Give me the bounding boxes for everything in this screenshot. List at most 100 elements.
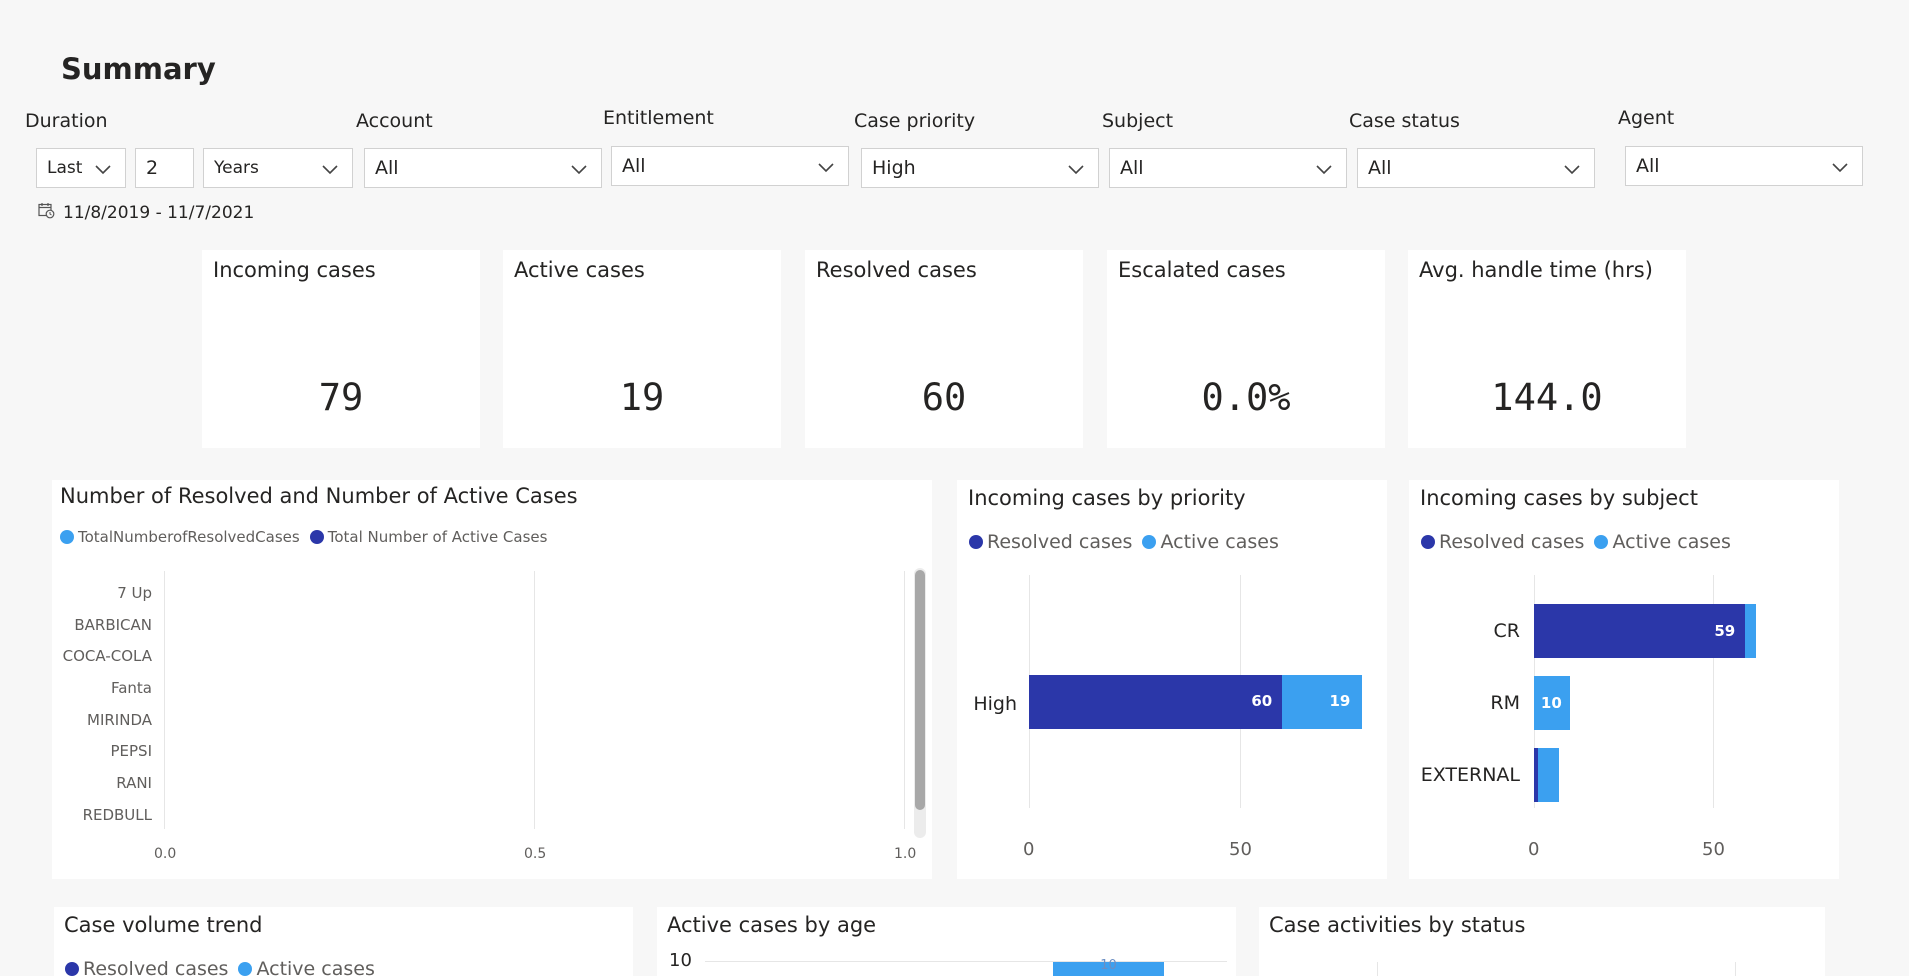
- legend-dot: [309, 530, 324, 544]
- legend-label: Resolved cases: [987, 531, 1133, 553]
- legend-dot: [969, 535, 983, 549]
- duration-mode-value: Last: [47, 158, 83, 178]
- chart-title: Active cases by age: [667, 913, 877, 937]
- incoming-by-subject-chart: Incoming cases by subject Resolved cases…: [1409, 480, 1839, 879]
- chevron-down-icon: [567, 157, 591, 181]
- x-tick-label: 0.0: [154, 846, 177, 862]
- x-tick-label: 1.0: [894, 846, 917, 862]
- legend-label: TotalNumberofResolvedCases: [78, 528, 300, 546]
- chart-legend: Resolved cases Active cases: [969, 531, 1289, 553]
- kpi-value: 60: [921, 376, 967, 419]
- chevron-down-icon: [1312, 157, 1336, 181]
- case-priority-select[interactable]: High: [861, 148, 1099, 188]
- grid-line: [1377, 962, 1378, 976]
- category-label: EXTERNAL: [1420, 764, 1520, 786]
- grid-line: [164, 571, 165, 829]
- legend-label: Active cases: [1160, 531, 1279, 553]
- kpi-card-handle-time: Avg. handle time (hrs) 144.0: [1408, 250, 1686, 448]
- scrollbar-thumb[interactable]: [915, 570, 925, 810]
- calendar-clock-icon: [38, 202, 55, 224]
- grid-line: [1735, 962, 1736, 976]
- duration-mode-select[interactable]: Last: [36, 148, 126, 188]
- category-label: BARBICAN: [74, 616, 152, 634]
- chart-legend: TotalNumberofResolvedCases Total Number …: [60, 528, 557, 546]
- category-label: RANI: [116, 774, 152, 792]
- chevron-down-icon: [814, 155, 838, 179]
- case-priority-label: Case priority: [854, 110, 976, 132]
- category-label: Fanta: [110, 679, 152, 697]
- case-status-select[interactable]: All: [1357, 148, 1595, 188]
- x-tick-label: 0.5: [524, 846, 547, 862]
- bar-label-active-high: 19: [1329, 692, 1351, 710]
- chart-title: Incoming cases by subject: [1420, 486, 1698, 510]
- account-value: All: [375, 157, 399, 179]
- legend-label: Active cases: [1612, 531, 1731, 553]
- legend-label: Total Number of Active Cases: [327, 528, 548, 546]
- category-label: High: [973, 693, 1017, 715]
- category-label: PEPSI: [110, 742, 152, 760]
- case-status-label: Case status: [1349, 110, 1460, 132]
- kpi-title: Active cases: [514, 258, 645, 282]
- case-activities-by-status-card: Case activities by status: [1259, 907, 1825, 976]
- chevron-down-icon: [1828, 155, 1852, 179]
- kpi-title: Incoming cases: [213, 258, 376, 282]
- bar-label-rm: 10: [1540, 694, 1562, 712]
- kpi-title: Resolved cases: [816, 258, 977, 282]
- account-label: Account: [356, 110, 433, 132]
- entitlement-select[interactable]: All: [611, 146, 849, 186]
- kpi-title: Escalated cases: [1118, 258, 1286, 282]
- kpi-title: Avg. handle time (hrs): [1419, 258, 1653, 282]
- subject-label: Subject: [1102, 110, 1174, 132]
- x-tick-label: 0: [1023, 839, 1035, 860]
- duration-count-input[interactable]: 2: [135, 148, 194, 188]
- category-label: RM: [1490, 692, 1520, 714]
- active-cases-by-age-card: Active cases by age 10 10: [657, 907, 1236, 976]
- chart-legend: Resolved cases Active cases: [65, 958, 385, 976]
- chart-title: Case volume trend: [64, 913, 263, 937]
- age-bar: 10: [1053, 958, 1164, 976]
- grid-line: [534, 571, 535, 829]
- account-select[interactable]: All: [364, 148, 602, 188]
- kpi-value: 0.0%: [1201, 376, 1291, 419]
- duration-count-value: 2: [146, 157, 159, 179]
- legend-dot: [1594, 535, 1609, 549]
- duration-unit-select[interactable]: Years: [203, 148, 353, 188]
- incoming-by-priority-chart: Incoming cases by priority Resolved case…: [957, 480, 1387, 879]
- chart-title: Incoming cases by priority: [968, 486, 1246, 510]
- subject-select[interactable]: All: [1109, 148, 1347, 188]
- chevron-down-icon: [91, 157, 115, 181]
- chevron-down-icon: [1064, 157, 1088, 181]
- legend-item: TotalNumberofResolvedCases: [60, 528, 300, 546]
- date-range: 11/8/2019 - 11/7/2021: [38, 202, 254, 224]
- duration-unit-value: Years: [214, 158, 259, 178]
- entitlement-value: All: [622, 155, 646, 177]
- legend-item: Active cases: [1594, 531, 1731, 553]
- legend-label: Active cases: [256, 958, 375, 976]
- kpi-value: 79: [318, 376, 364, 419]
- scrollbar-track[interactable]: [914, 568, 926, 838]
- bar-label-resolved-high: 60: [1251, 692, 1273, 710]
- legend-dot: [60, 530, 74, 544]
- legend-dot: [238, 962, 253, 976]
- x-tick-label: 50: [1702, 839, 1725, 860]
- legend-dot: [65, 962, 79, 976]
- legend-item: Resolved cases: [969, 531, 1132, 553]
- resolved-active-by-account-chart: Number of Resolved and Number of Active …: [52, 480, 932, 879]
- date-range-text: 11/8/2019 - 11/7/2021: [63, 203, 255, 223]
- legend-item: Resolved cases: [65, 958, 228, 976]
- chart-title: Number of Resolved and Number of Active …: [60, 484, 578, 508]
- x-tick-label: 50: [1229, 839, 1252, 860]
- category-label: REDBULL: [82, 806, 152, 824]
- bar-label: 10: [1100, 958, 1117, 973]
- agent-select[interactable]: All: [1625, 146, 1863, 186]
- kpi-value: 144.0: [1491, 376, 1603, 419]
- legend-item: Total Number of Active Cases: [309, 528, 548, 546]
- legend-item: Active cases: [238, 958, 375, 976]
- agent-label: Agent: [1618, 107, 1675, 129]
- page-title: Summary: [61, 52, 216, 86]
- chevron-down-icon: [318, 157, 342, 181]
- duration-label: Duration: [25, 110, 108, 132]
- kpi-card-active: Active cases 19: [503, 250, 781, 448]
- subject-value: All: [1120, 157, 1144, 179]
- chart-title: Case activities by status: [1269, 913, 1526, 937]
